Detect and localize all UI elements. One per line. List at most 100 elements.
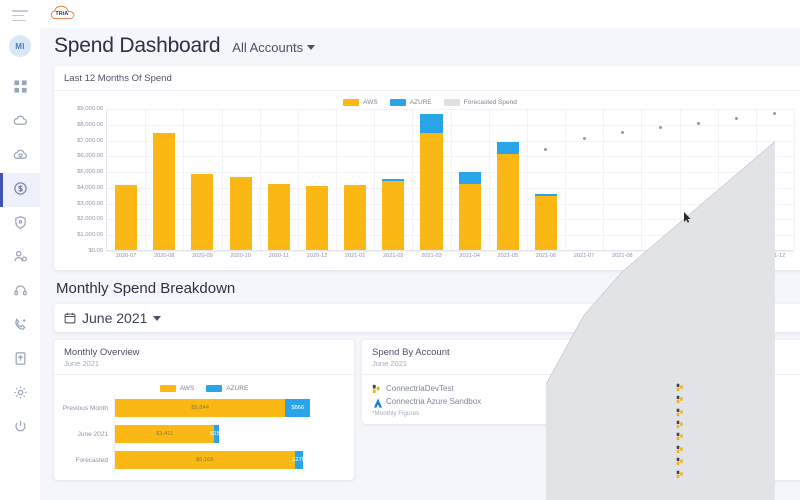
stacked-bar[interactable]: [191, 174, 214, 250]
gridline: [794, 109, 795, 250]
bar-segment-aws: [191, 174, 214, 250]
stacked-bar[interactable]: [305, 186, 328, 250]
top10-row[interactable]: ConnectriaDevTestelastic: [666, 443, 800, 455]
legend-item[interactable]: AWS: [159, 384, 195, 392]
bar-slot[interactable]: 2020-09: [183, 109, 221, 259]
account-row[interactable]: Connectria Azure Sandbox $154: [372, 395, 648, 408]
top10-row[interactable]: ConnectriaDevTestelastic: [666, 468, 800, 480]
top10-row[interactable]: ConnectriaDevTestec2: [666, 381, 800, 393]
sidebar-item-security[interactable]: [0, 207, 40, 241]
top10-row[interactable]: ConnectriaDevTestrds: [666, 406, 800, 418]
hbar-label: Forecasted: [75, 456, 108, 464]
stacked-bar[interactable]: [458, 171, 481, 250]
sidebar-item-dashboard[interactable]: [0, 71, 40, 105]
legend-item[interactable]: Forecasted Spend: [443, 98, 517, 106]
dollar-circle-icon: [13, 181, 28, 199]
month-picker[interactable]: June 2021: [54, 304, 800, 332]
y-axis-tick: $6,000.00: [77, 153, 103, 160]
sidebar-item-users[interactable]: [0, 241, 40, 275]
top10-row[interactable]: ConnectriaDevTestelastic: [666, 393, 800, 405]
bar-slot[interactable]: 2020-08: [145, 109, 183, 259]
account-row[interactable]: ConnectriaDevTest $3,411: [372, 382, 648, 395]
y-axis-tick: $9,000.00: [77, 106, 103, 112]
stacked-bar[interactable]: [496, 142, 519, 250]
bar-slot[interactable]: 2020-10: [222, 109, 260, 259]
bar-slot[interactable]: 2020-07: [107, 109, 145, 259]
hbar-row[interactable]: Forecasted $6,165 $279: [60, 447, 348, 473]
stacked-bar[interactable]: [153, 132, 176, 250]
x-axis-tick: 2021-05: [497, 253, 519, 259]
bar-slot[interactable]: 2021-08: [603, 109, 641, 259]
sidebar-item-support[interactable]: [0, 275, 40, 309]
stacked-bar[interactable]: [115, 185, 138, 250]
stacked-hbar[interactable]: $5,844 $866: [115, 399, 311, 417]
legend-item[interactable]: AZURE: [206, 384, 248, 392]
account-name: ConnectriaDevTest: [386, 384, 454, 393]
bar-segment-aws: [458, 184, 481, 250]
sidebar-item-contact[interactable]: [0, 309, 40, 343]
bar-segment-aws: [534, 196, 558, 250]
stacked-bar[interactable]: [534, 193, 558, 250]
card-subtitle: June 2021: [676, 359, 712, 368]
sidebar-item-cloud-gauge[interactable]: [0, 139, 40, 173]
last-12-months-chart[interactable]: AWS AZURE Forecasted Spend $0.00 $1,000.00 $…: [54, 91, 800, 500]
stacked-hbar[interactable]: $3,411 $154: [115, 425, 223, 443]
hbar-row[interactable]: Previous Month $5,844 $866: [60, 395, 348, 421]
bar-slot[interactable]: 2021-05: [489, 109, 527, 259]
logo-bar: TRiA: [40, 0, 800, 28]
account-name: ConnectriaDevTest: [690, 382, 756, 391]
account-name: ConnectriaDevTest: [690, 444, 756, 454]
account-list: ConnectriaDevTest $3,411 Connectria Azure …: [362, 375, 658, 424]
bar-slot[interactable]: 2021-09: [641, 109, 679, 259]
x-axis-tick: 2020-08: [153, 253, 175, 259]
y-axis-tick: $4,000.00: [77, 184, 103, 191]
account-filter-dropdown[interactable]: All Accounts: [232, 40, 316, 55]
sidebar-item-logout[interactable]: [0, 411, 40, 445]
hbar-row[interactable]: June 2021 $3,411 $154: [60, 421, 348, 447]
top10-row[interactable]: ConnectriaDevTestconfig: [666, 418, 800, 430]
sidebar-item-spend[interactable]: [0, 173, 40, 207]
bar-slot[interactable]: 2021-07: [565, 109, 603, 259]
sidebar-item-settings[interactable]: [0, 377, 40, 411]
bar-slot[interactable]: 2020-11: [260, 109, 298, 259]
top10-header: Top 10 Service Spend June 2021: [666, 340, 800, 375]
menu-toggle-icon[interactable]: [12, 10, 28, 21]
bar-slot[interactable]: 2020-12: [298, 109, 336, 259]
top10-row[interactable]: ConnectriaDevTestguard: [666, 455, 800, 467]
legend-label: AWS: [179, 384, 195, 392]
legend-item[interactable]: AWS: [343, 98, 378, 106]
hbar-segment-aws: $3,411: [115, 425, 215, 443]
hbar-label: June 2021: [77, 430, 108, 438]
stacked-bar[interactable]: [344, 185, 367, 250]
sidebar-item-reports[interactable]: [0, 343, 40, 377]
bar-slot[interactable]: 2021-12: [756, 109, 794, 259]
top10-row[interactable]: ConnectriaDevTestcloudw: [666, 431, 800, 443]
bar-slot[interactable]: 2021-03: [412, 109, 450, 259]
stacked-bar[interactable]: [382, 179, 405, 250]
bar-slot[interactable]: 2021-10: [680, 109, 718, 259]
stacked-bar[interactable]: [229, 177, 252, 250]
bar-slot[interactable]: 2021-04: [451, 109, 489, 259]
x-axis-tick: 2021-08: [612, 253, 633, 259]
card-title: Spend By Account: [372, 347, 450, 358]
chart-legend: AWS AZURE Forecasted Spend: [62, 95, 798, 109]
avatar[interactable]: MI: [9, 35, 31, 57]
hbar-track: $5,844 $866: [114, 395, 348, 421]
tria-logo[interactable]: TRiA: [48, 3, 96, 25]
monthly-overview-chart[interactable]: AWS AZURE Previous Month $5,844 $866 June 20…: [54, 375, 354, 473]
bar-slot[interactable]: 2021-06: [527, 109, 565, 259]
sidebar-item-cloud[interactable]: [0, 105, 40, 139]
calendar-icon: [64, 312, 76, 324]
azure-icon: [372, 397, 382, 408]
bar-slot[interactable]: 2021-11: [718, 109, 756, 259]
legend-swatch: [206, 384, 223, 392]
stacked-bar[interactable]: [420, 114, 443, 250]
bar-slot[interactable]: 2021-01: [336, 109, 374, 259]
bar-slot[interactable]: 2021-02: [374, 109, 412, 259]
legend-item[interactable]: AZURE: [389, 98, 432, 106]
card-subtitle: June 2021: [64, 359, 100, 368]
x-axis-tick: 2021-02: [383, 253, 404, 259]
legend-swatch: [159, 384, 176, 392]
stacked-bar[interactable]: [267, 184, 290, 250]
stacked-hbar[interactable]: $6,165 $279: [115, 451, 305, 469]
